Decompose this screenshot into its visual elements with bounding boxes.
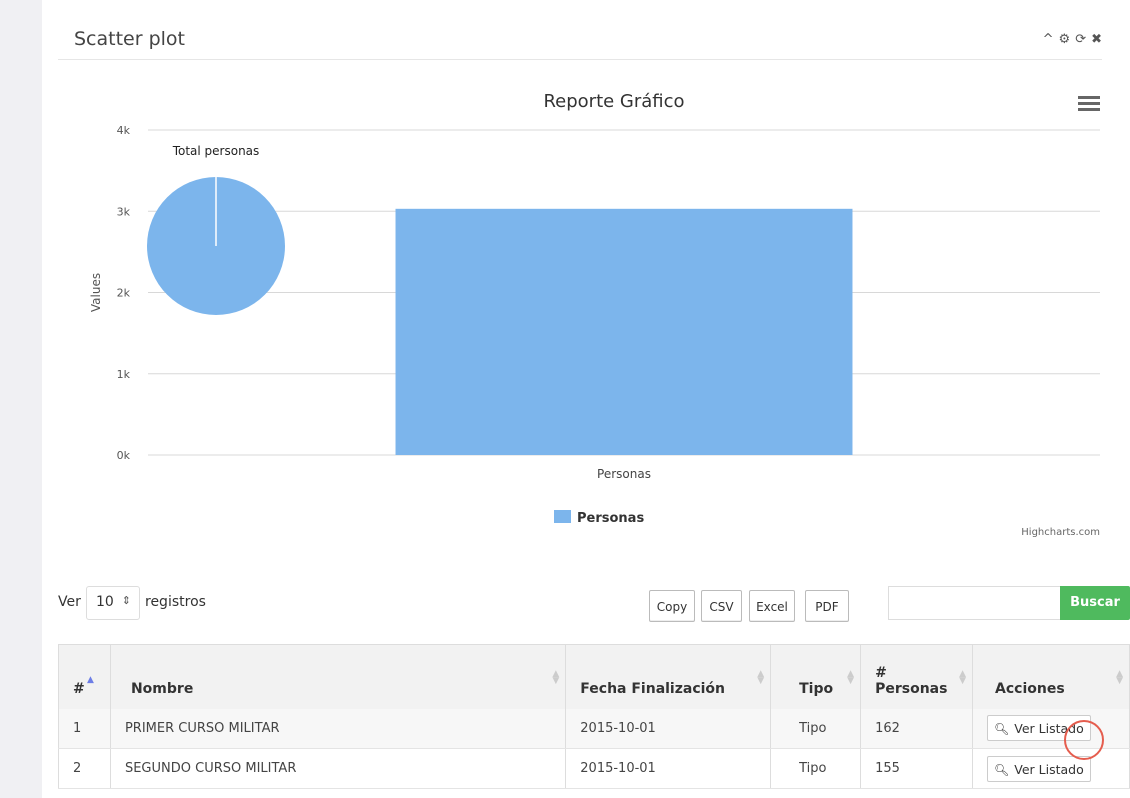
column-header-tipo[interactable]: Tipo ▲ ▼ — [770, 644, 862, 709]
cell-personas: 155 — [860, 748, 974, 789]
hamburger-icon — [1078, 96, 1100, 99]
cell-acciones: 🔍︎ Ver Listado — [972, 748, 1130, 789]
cell-nombre: SEGUNDO CURSO MILITAR — [110, 748, 567, 789]
csv-button[interactable]: CSV — [701, 590, 742, 622]
column-header-nombre[interactable]: Nombre ▲ ▼ — [110, 644, 567, 709]
hamburger-icon — [1078, 108, 1100, 111]
excel-button[interactable]: Excel — [749, 590, 795, 622]
hamburger-icon — [1078, 102, 1100, 105]
sort-icon: ▲ ▼ — [959, 669, 967, 686]
results-table: ▲ # Nombre ▲ ▼ Fecha Finalización ▲ ▼ Tipo… — [58, 644, 1130, 789]
y-tick-label: 3k — [117, 205, 131, 218]
select-arrows-icon: ⇕ — [121, 594, 131, 607]
cell-personas: 162 — [860, 708, 974, 749]
bar — [395, 208, 853, 455]
length-value: 10 — [96, 594, 114, 610]
report-chart: Reporte Gráfico 0k 1k 2k 3k 4k Values Personas P… — [89, 91, 1100, 538]
ver-listado-button[interactable]: 🔍︎ Ver Listado — [987, 755, 1091, 782]
sort-asc-icon: ▲ — [87, 675, 94, 685]
legend-swatch — [554, 510, 571, 523]
table-controls: Ver 10 ⇕ registros Copy CSV Excel PDF Bu… — [58, 584, 1130, 624]
cell-number: 1 — [58, 708, 111, 749]
search-icon: 🔍︎ — [994, 762, 1010, 777]
pdf-button[interactable]: PDF — [805, 590, 849, 622]
search-icon: 🔍︎ — [994, 722, 1010, 737]
sort-icon: ▲ ▼ — [1116, 669, 1123, 686]
length-prefix: Ver — [58, 594, 81, 610]
sort-icon: ▲ ▼ — [552, 669, 560, 686]
table-row: 1 PRIMER CURSO MILITAR 2015-10-01 Tipo 1… — [58, 708, 1130, 749]
table-row: 2 SEGUNDO CURSO MILITAR 2015-10-01 Tipo … — [58, 748, 1130, 789]
pie-title: Total personas — [172, 144, 260, 158]
length-select[interactable]: 10 ⇕ — [86, 586, 140, 620]
copy-button[interactable]: Copy — [649, 590, 695, 622]
cell-acciones: 🔍︎ Ver Listado — [972, 708, 1130, 749]
cell-number: 2 — [58, 748, 111, 789]
cursor-highlight-circle — [1064, 720, 1104, 760]
y-axis-label: Values — [89, 273, 103, 312]
legend-label: Personas — [577, 511, 644, 526]
cell-nombre: PRIMER CURSO MILITAR — [110, 708, 567, 749]
column-header-fecha[interactable]: Fecha Finalización ▲ ▼ — [565, 644, 772, 709]
search-input[interactable] — [888, 586, 1060, 620]
length-suffix: registros — [145, 594, 206, 610]
left-sidebar-strip — [0, 0, 42, 798]
column-header-acciones[interactable]: Acciones ▲ ▼ — [972, 644, 1130, 709]
y-tick-label: 1k — [117, 368, 131, 381]
cell-tipo: Tipo — [770, 748, 862, 789]
column-header-personas[interactable]: # Personas ▲ ▼ — [860, 644, 974, 709]
column-header-number[interactable]: ▲ # — [58, 644, 111, 709]
search-button[interactable]: Buscar — [1060, 586, 1130, 620]
cell-fecha: 2015-10-01 — [565, 748, 772, 789]
chart-credits: Highcharts.com — [1021, 527, 1100, 538]
sort-icon: ▲ ▼ — [757, 669, 765, 686]
y-tick-label: 2k — [117, 287, 131, 300]
x-category-label: Personas — [597, 467, 651, 481]
y-tick-label: 0k — [117, 449, 131, 462]
cell-fecha: 2015-10-01 — [565, 708, 772, 749]
y-tick-label: 4k — [117, 124, 131, 137]
cell-tipo: Tipo — [770, 708, 862, 749]
sort-icon: ▲ ▼ — [847, 669, 855, 686]
table-header-row: ▲ # Nombre ▲ ▼ Fecha Finalización ▲ ▼ Tipo… — [58, 644, 1130, 709]
scatter-plot-panel: Scatter plot ^ ⚙ ⟳ ✖ Reporte Gráfico 0k 1k… — [58, 0, 1130, 798]
chart-title: Reporte Gráfico — [543, 91, 684, 112]
